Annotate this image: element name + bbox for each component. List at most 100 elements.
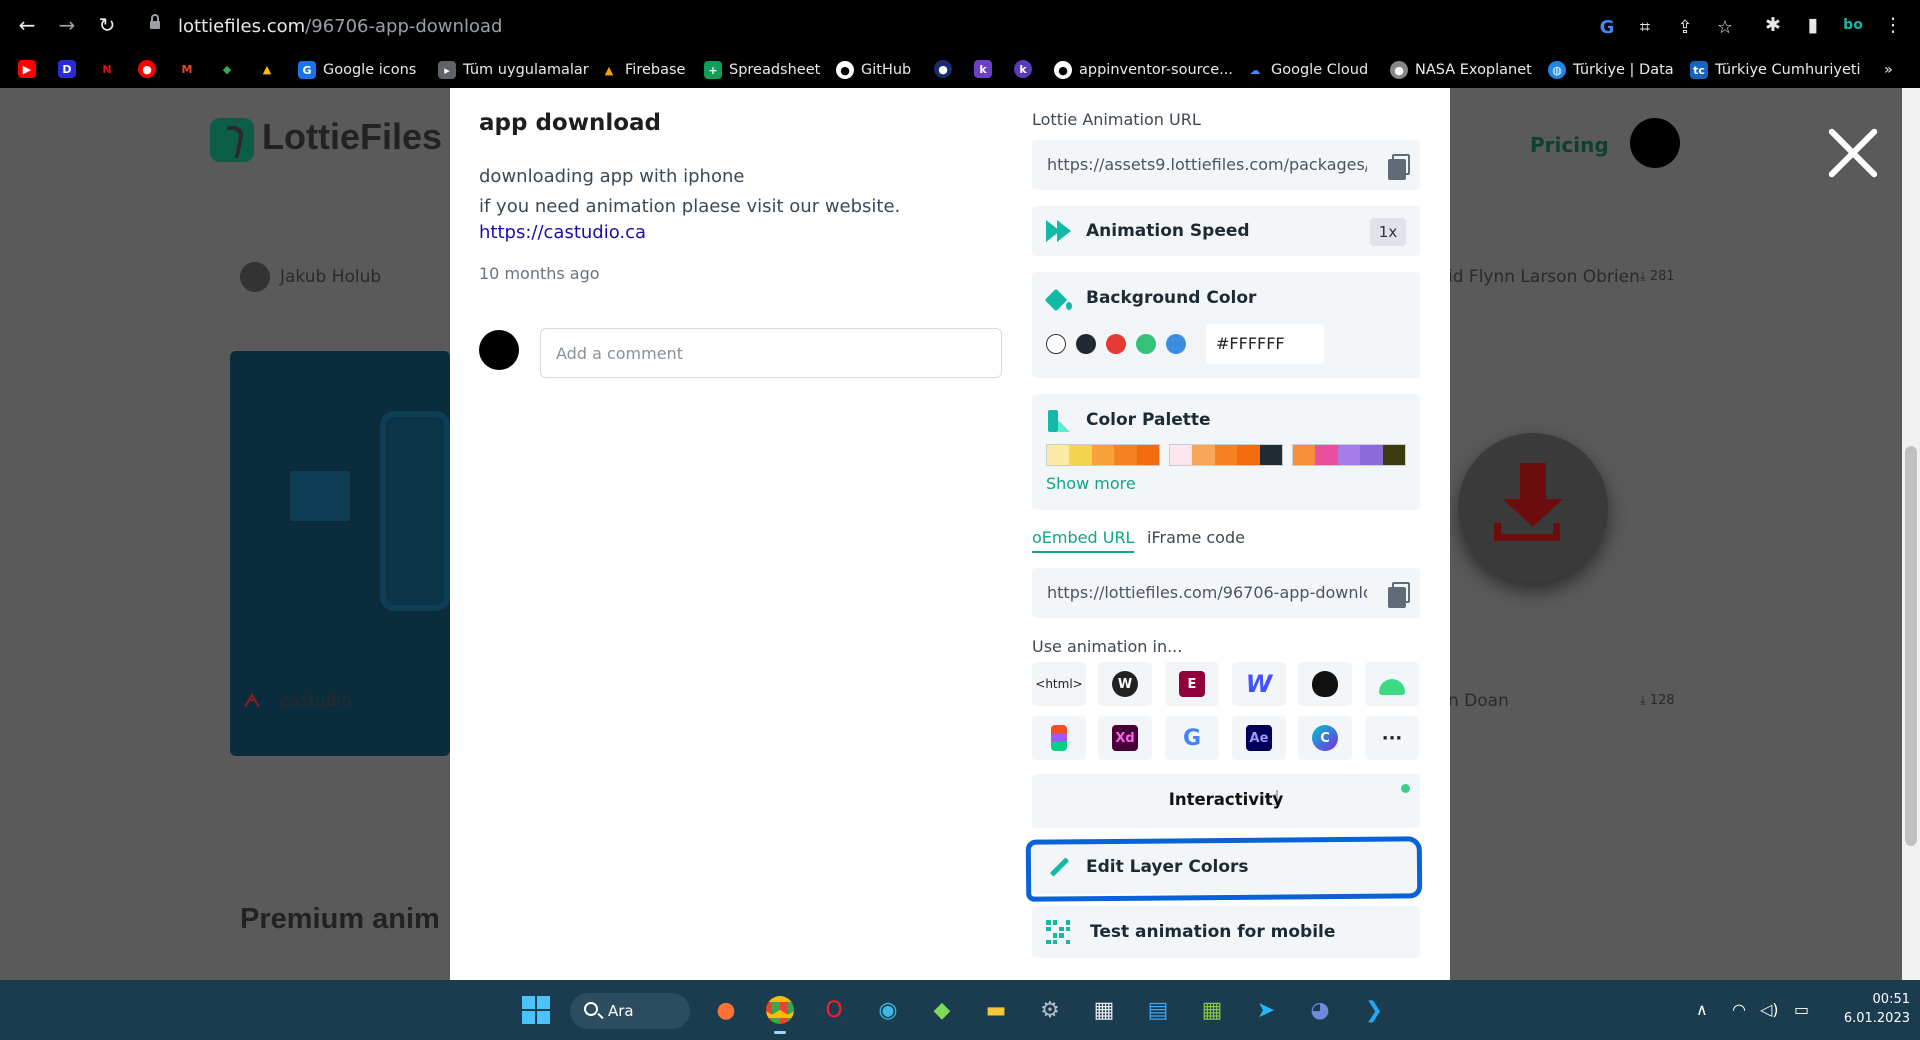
close-icon[interactable] xyxy=(1826,126,1880,180)
palette-icon xyxy=(1048,410,1070,432)
notepad-icon[interactable]: ▤ xyxy=(1138,990,1178,1030)
extensions-icon[interactable]: ✱ xyxy=(1760,12,1786,38)
download-count: ⤓ 281 xyxy=(1640,269,1675,284)
vscode-icon[interactable]: ❯ xyxy=(1354,990,1394,1030)
circle-bookmark-icon[interactable]: ● xyxy=(934,60,952,78)
bookmark-turkiye-data[interactable]: ◍ Türkiye | Data xyxy=(1548,59,1674,81)
system-clock[interactable]: 00:51 6.01.2023 xyxy=(1830,990,1910,1028)
chrome-icon[interactable] xyxy=(760,990,800,1034)
bookmark-appinventor[interactable]: ● appinventor-source... xyxy=(1054,59,1233,81)
hex-color-input[interactable]: #FFFFFF xyxy=(1206,324,1324,364)
animation-speed-row[interactable]: Animation Speed 1x xyxy=(1032,206,1420,256)
palette-option[interactable] xyxy=(1292,444,1406,466)
swatch-white[interactable] xyxy=(1046,334,1066,354)
volume-icon[interactable]: ◁) xyxy=(1760,1000,1779,1019)
youtube-music-bookmark-icon[interactable]: ● xyxy=(138,60,156,78)
copy-icon[interactable] xyxy=(1388,582,1410,608)
webflow-integration-icon[interactable]: W xyxy=(1232,662,1286,706)
copy-icon[interactable] xyxy=(1388,154,1410,180)
wifi-icon[interactable]: ◠ xyxy=(1732,1000,1746,1019)
address-bar[interactable]: lottiefiles.com/96706-app-download G ⌗ ⇪… xyxy=(138,8,1762,42)
lottie-url-field[interactable]: https://assets9.lottiefiles.com/packages… xyxy=(1032,140,1420,190)
interactivity-button[interactable]: Interactivity ☝ xyxy=(1032,774,1420,828)
comment-input[interactable] xyxy=(540,328,1002,378)
bookmark-firebase[interactable]: ▲ Firebase xyxy=(600,59,685,81)
swatch-blue[interactable] xyxy=(1166,334,1186,354)
elementor-integration-icon[interactable]: E xyxy=(1165,662,1219,706)
discord-icon[interactable]: ◕ xyxy=(1300,990,1340,1030)
figma-integration-icon[interactable] xyxy=(1032,716,1086,760)
show-more-link[interactable]: Show more xyxy=(1046,474,1136,493)
swatch-red[interactable] xyxy=(1106,334,1126,354)
back-icon[interactable]: ← xyxy=(12,10,42,40)
scrollbar-thumb[interactable] xyxy=(1905,446,1917,846)
more-integrations-icon[interactable]: ··· xyxy=(1365,716,1419,760)
file-explorer-icon[interactable]: ▬ xyxy=(976,990,1016,1030)
website-link[interactable]: https://castudio.ca xyxy=(479,222,646,243)
swatch-green[interactable] xyxy=(1136,334,1156,354)
bookmark-spreadsheet[interactable]: + Spreadsheet xyxy=(704,59,820,81)
oembed-url-field[interactable]: https://lottiefiles.com/96706-app-downlo… xyxy=(1032,568,1420,618)
speed-value-button[interactable]: 1x xyxy=(1370,218,1406,246)
forward-icon[interactable]: → xyxy=(52,10,82,40)
pricing-link[interactable]: Pricing xyxy=(1530,133,1609,157)
extension-bo-icon[interactable]: bo xyxy=(1840,12,1866,38)
k-bookmark-icon[interactable]: k xyxy=(974,60,992,78)
store-icon[interactable]: ▦ xyxy=(1084,990,1124,1030)
bookmark-star-icon[interactable]: ☆ xyxy=(1714,17,1736,39)
start-button[interactable] xyxy=(516,990,556,1030)
bookmark-google-cloud[interactable]: ☁ Google Cloud xyxy=(1246,59,1368,81)
firefox-icon[interactable]: ● xyxy=(706,990,746,1030)
html-integration-icon[interactable]: <html> xyxy=(1032,662,1086,706)
after-effects-integration-icon[interactable]: Ae xyxy=(1232,716,1286,760)
bookmark-nasa[interactable]: ● NASA Exoplanet xyxy=(1390,59,1532,81)
tray-chevron-icon[interactable]: ∧ xyxy=(1696,1000,1708,1019)
edge-icon[interactable]: ◉ xyxy=(868,990,908,1030)
user-avatar[interactable] xyxy=(1630,118,1680,168)
disney-bookmark-icon[interactable]: D xyxy=(58,60,76,78)
globe-fav-icon: ◍ xyxy=(1548,61,1566,79)
opera-icon[interactable]: O xyxy=(814,990,854,1030)
menu-kebab-icon[interactable]: ⋮ xyxy=(1880,12,1906,38)
bookmark-google-icons[interactable]: G Google icons xyxy=(298,59,416,81)
bookmark-turkiye-cumhuriyeti[interactable]: tc Türkiye Cumhuriyeti xyxy=(1690,59,1861,81)
palette-option[interactable] xyxy=(1046,444,1160,466)
download-count: ⤓ 128 xyxy=(1640,693,1675,708)
page-scrollbar[interactable] xyxy=(1902,88,1920,980)
palette-option[interactable] xyxy=(1169,444,1283,466)
google-integration-icon[interactable]: G xyxy=(1165,716,1219,760)
side-panel-icon[interactable]: ▮ xyxy=(1800,12,1826,38)
tab-oembed-url[interactable]: oEmbed URL xyxy=(1032,528,1135,553)
bookmarks-bar: ▶ D N ● M ◆ ▲ G Google icons ▸ Tüm uygulam… xyxy=(0,50,1920,88)
k-circle-bookmark-icon[interactable]: k xyxy=(1014,60,1032,78)
bookmark-all-apps[interactable]: ▸ Tüm uygulamalar xyxy=(438,59,589,81)
battery-icon[interactable]: ▭ xyxy=(1794,1000,1809,1019)
maps-bookmark-icon[interactable]: ◆ xyxy=(218,60,236,78)
telegram-icon[interactable]: ➤ xyxy=(1246,990,1286,1030)
netflix-bookmark-icon[interactable]: N xyxy=(98,60,116,78)
canva-integration-icon[interactable]: C xyxy=(1298,716,1352,760)
animation-title: app download xyxy=(479,110,662,136)
share-icon[interactable]: ⇪ xyxy=(1674,17,1696,39)
tab-iframe-code[interactable]: iFrame code xyxy=(1147,528,1245,547)
bookmark-github[interactable]: ● GitHub xyxy=(836,59,911,81)
swatch-dark[interactable] xyxy=(1076,334,1096,354)
reload-icon[interactable]: ↻ xyxy=(92,10,122,40)
app-icon[interactable]: ◆ xyxy=(922,990,962,1030)
gmail-bookmark-icon[interactable]: M xyxy=(178,60,196,78)
wordpress-integration-icon[interactable]: W xyxy=(1098,662,1152,706)
qr-code-icon xyxy=(1046,920,1070,944)
settings-icon[interactable]: ⚙ xyxy=(1030,990,1070,1030)
google-lens-icon[interactable]: G xyxy=(1596,17,1618,39)
spreadsheet-icon[interactable]: ▦ xyxy=(1192,990,1232,1030)
translate-icon[interactable]: ⌗ xyxy=(1634,17,1656,39)
apple-integration-icon[interactable] xyxy=(1298,662,1352,706)
android-integration-icon[interactable] xyxy=(1365,662,1419,706)
adobe-xd-integration-icon[interactable]: Xd xyxy=(1098,716,1152,760)
youtube-bookmark-icon[interactable]: ▶ xyxy=(18,60,36,78)
bookmarks-overflow[interactable]: » xyxy=(1884,59,1893,81)
taskbar-search[interactable]: Ara xyxy=(570,993,690,1029)
browser-toolbar: ← → ↻ lottiefiles.com/96706-app-download… xyxy=(0,0,1920,50)
test-mobile-button[interactable]: Test animation for mobile xyxy=(1032,906,1420,958)
drive-bookmark-icon[interactable]: ▲ xyxy=(258,60,276,78)
